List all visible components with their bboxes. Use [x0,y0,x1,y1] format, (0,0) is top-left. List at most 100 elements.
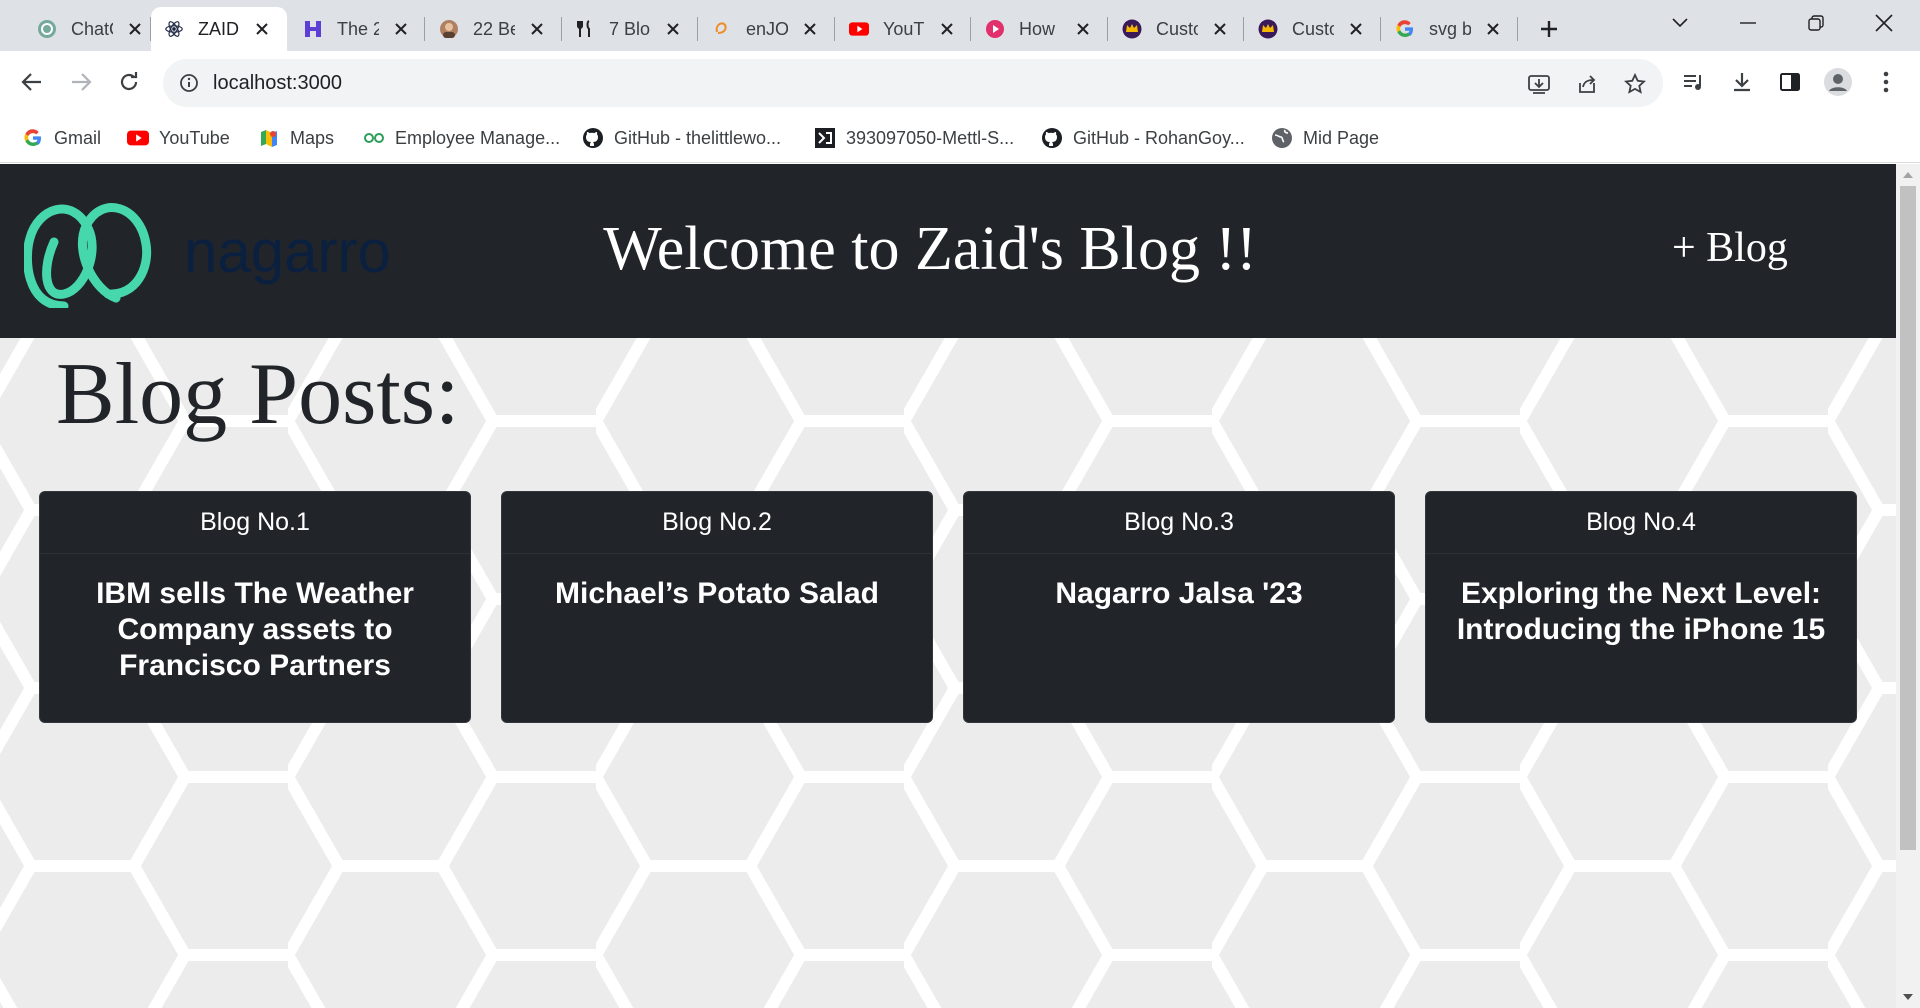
profile-button[interactable] [1820,64,1856,100]
bookmark-mettl[interactable]: 393097050-Mettl-S... [814,123,1014,153]
tab-youtube[interactable]: YouT [836,7,972,51]
tab-hashnode[interactable]: The 2 [290,7,426,51]
restore-icon [1808,15,1824,31]
page-scrollbar[interactable] [1896,164,1920,1008]
restore-button[interactable] [1796,6,1836,40]
close-tab-icon[interactable] [1072,18,1094,40]
bookmark-label: Maps [290,127,335,148]
media-control-button[interactable] [1676,64,1712,100]
blog-card-header: Blog No.1 [40,492,470,554]
tab-title: ChatGPT [71,18,113,39]
close-tab-icon[interactable] [1345,18,1367,40]
crown-icon [1122,19,1142,39]
github-icon [1041,127,1063,149]
tab-title: How [1019,18,1056,39]
tab-title: Custo [1292,18,1334,39]
share-icon[interactable] [1571,68,1603,100]
blog-card[interactable]: Blog No.1 IBM sells The Weather Company … [39,491,471,723]
bookmark-label: GitHub - thelittlewo... [614,127,782,148]
close-window-button[interactable] [1864,6,1904,40]
back-button[interactable] [14,64,50,100]
downloads-button[interactable] [1724,64,1760,100]
info-icon[interactable] [177,71,201,95]
tab-title: 22 Be [473,18,515,39]
tab-custom-2[interactable]: Custo [1245,7,1381,51]
chatgpt-icon [37,19,57,39]
site-navbar: nagarro Welcome to Zaid's Blog !! + Blog [0,164,1896,338]
tab-custom-1[interactable]: Custo [1109,7,1245,51]
bookmarks-bar: Gmail YouTube Maps Employee Manage... Gi… [0,113,1920,163]
bookmark-github-rohangoy[interactable]: GitHub - RohanGoy... [1041,123,1245,153]
close-tab-icon[interactable] [799,18,821,40]
nagarro-logo[interactable]: nagarro [24,198,454,308]
bookmark-github-thelittlewo[interactable]: GitHub - thelittlewo... [582,123,781,153]
bookmark-mid-page[interactable]: Mid Page [1271,123,1379,153]
bookmark-label: Gmail [54,127,102,148]
site-title: Welcome to Zaid's Blog !! [603,215,1257,283]
close-tab-icon[interactable] [390,18,412,40]
section-heading: Blog Posts: [56,346,460,443]
tab-7-blogs[interactable]: 7 Blo [562,7,698,51]
close-tab-icon[interactable] [526,18,548,40]
scroll-up-arrow[interactable] [1896,164,1920,186]
blog-card-title[interactable]: IBM sells The Weather Company assets to … [40,554,470,684]
close-tab-icon[interactable] [1209,18,1231,40]
close-tab-icon[interactable] [936,18,958,40]
tab-chatgpt[interactable]: ChatGPT [24,7,160,51]
bookmark-gmail[interactable]: Gmail [22,123,101,153]
tab-how[interactable]: How [972,7,1108,51]
tab-svg-search[interactable]: svg b [1382,7,1518,51]
minimize-button[interactable] [1728,6,1768,40]
close-tab-icon[interactable] [662,18,684,40]
bookmark-youtube[interactable]: YouTube [127,123,230,153]
tab-title: YouT [883,18,925,39]
install-app-icon[interactable] [1523,68,1555,100]
blog-card[interactable]: Blog No.3 Nagarro Jalsa '23 [963,491,1395,723]
blog-card[interactable]: Blog No.2 Michael’s Potato Salad [501,491,933,723]
blog-card-header: Blog No.3 [964,492,1394,554]
close-tab-icon[interactable] [251,18,273,40]
close-tab-icon[interactable] [124,18,146,40]
bookmark-maps[interactable]: Maps [258,123,334,153]
blog-card-title[interactable]: Nagarro Jalsa '23 [964,554,1394,612]
blog-card-title[interactable]: Michael’s Potato Salad [502,554,932,612]
side-panel-button[interactable] [1772,64,1808,100]
reload-icon [120,72,138,91]
browser-tab-strip: ChatGPT ZAID The 2 22 Be 7 Blo [0,0,1920,51]
avatar-icon [439,19,459,39]
tab-zaid[interactable]: ZAID [151,7,287,51]
reload-button[interactable] [111,64,147,100]
add-blog-link[interactable]: + Blog [1672,224,1788,272]
blog-card[interactable]: Blog No.4 Exploring the Next Level: Intr… [1425,491,1857,723]
tab-enjoy[interactable]: enJO [699,7,835,51]
address-bar[interactable]: localhost:3000 [163,59,1663,107]
arrow-right-icon [72,73,92,91]
tab-search-button[interactable] [1660,6,1700,40]
tab-title: enJO [746,18,788,39]
minimize-icon [1740,22,1756,24]
page-viewport: nagarro Welcome to Zaid's Blog !! + Blog… [0,164,1920,1008]
browser-toolbar: localhost:3000 [0,51,1920,113]
bookmark-star-icon[interactable] [1619,68,1651,100]
bookmark-employee-manage[interactable]: Employee Manage... [363,123,560,153]
blog-card-title[interactable]: Exploring the Next Level: Introducing th… [1426,554,1856,648]
new-tab-button[interactable] [1532,12,1566,46]
close-tab-icon[interactable] [1482,18,1504,40]
blog-card-header: Blog No.4 [1426,492,1856,554]
enjo-icon [712,19,732,39]
bookmark-label: Employee Manage... [395,127,561,148]
hashnode-icon [303,19,323,39]
scrollbar-thumb[interactable] [1900,186,1916,850]
more-vert-icon [1883,71,1889,93]
chevron-down-icon [1672,18,1688,28]
download-icon [1734,73,1750,92]
forward-button[interactable] [63,64,99,100]
scroll-down-arrow[interactable] [1896,986,1920,1008]
url-text[interactable]: localhost:3000 [213,72,342,95]
arrow-left-icon [21,73,41,91]
bookmark-label: GitHub - RohanGoy... [1073,127,1245,148]
maps-icon [258,127,280,149]
tab-22-best[interactable]: 22 Be [426,7,562,51]
menu-button[interactable] [1868,64,1904,100]
fork-knife-icon [575,19,595,39]
